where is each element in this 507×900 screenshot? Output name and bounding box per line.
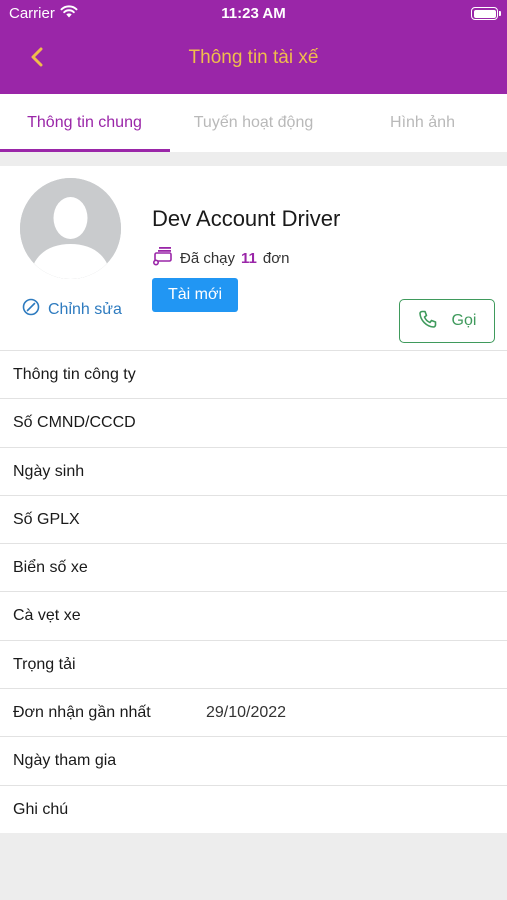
driver-name: Dev Account Driver <box>152 206 341 231</box>
info-row-birth-date: Ngày sinh <box>0 446 507 495</box>
tab-operating-routes[interactable]: Tuyến hoạt động <box>169 94 338 152</box>
tab-images[interactable]: Hình ảnh <box>338 94 507 152</box>
edit-profile-label: Chỉnh sửa <box>48 300 122 318</box>
runs-count: 11 <box>241 249 257 267</box>
info-row-vehicle-registration: Cà vẹt xe <box>0 591 507 640</box>
info-row-plate-number: Biển số xe <box>0 543 507 592</box>
info-row-load-capacity: Trọng tải <box>0 639 507 689</box>
info-label: Biển số xe <box>13 559 88 577</box>
tab-bar: Thông tin chung Tuyến hoạt động Hình ảnh <box>0 94 507 152</box>
info-label: Ngày sinh <box>13 462 85 480</box>
new-driver-badge: Tài mới <box>152 278 238 312</box>
driver-info-list: Thông tin công ty Số CMND/CCCD Ngày sinh… <box>0 350 507 833</box>
person-silhouette-icon <box>20 178 121 279</box>
info-row-license-number: Số GPLX <box>0 494 507 544</box>
page-title: Thông tin tài xế <box>188 47 319 68</box>
status-bar: Carrier 11:23 AM <box>0 0 507 28</box>
phone-icon <box>418 309 438 334</box>
info-row-company: Thông tin công ty <box>0 350 507 399</box>
edit-profile-button[interactable]: Chỉnh sửa <box>22 298 122 321</box>
info-row-join-date: Ngày tham gia <box>0 736 507 785</box>
runs-prefix: Đã chạy <box>180 249 236 267</box>
driver-profile-card: Chỉnh sửa Dev Account Driver Đã chạy 11 … <box>0 166 507 350</box>
info-label: Thông tin công ty <box>13 366 136 383</box>
info-label: Số GPLX <box>13 510 80 528</box>
runs-summary: Đã chạy 11 đơn <box>152 246 289 270</box>
info-label: Ghi chú <box>13 800 69 818</box>
avatar <box>20 178 121 279</box>
runs-suffix: đơn <box>262 249 290 267</box>
info-row-notes: Ghi chú <box>0 784 507 833</box>
info-label: Trọng tải <box>13 655 76 673</box>
status-time: 11:23 AM <box>221 5 286 22</box>
info-label: Số CMND/CCCD <box>13 414 136 432</box>
app-header: Carrier 11:23 AM Thông tin tài xế <box>0 0 507 94</box>
info-label: Cà vẹt xe <box>13 607 81 625</box>
info-row-latest-order: Đơn nhận gần nhất 29/10/2022 <box>0 688 507 737</box>
tab-general-info[interactable]: Thông tin chung <box>0 94 169 152</box>
stacked-cart-icon <box>152 246 174 270</box>
active-tab-indicator <box>0 149 170 152</box>
call-label: Gọi <box>451 312 477 329</box>
battery-icon <box>471 7 501 20</box>
call-button[interactable]: Gọi <box>399 299 495 343</box>
info-value: 29/10/2022 <box>206 704 287 722</box>
info-label: Ngày tham gia <box>13 752 117 770</box>
edit-circle-icon <box>22 298 40 321</box>
info-row-id-number: Số CMND/CCCD <box>0 398 507 447</box>
info-label: Đơn nhận gần nhất <box>13 704 151 722</box>
